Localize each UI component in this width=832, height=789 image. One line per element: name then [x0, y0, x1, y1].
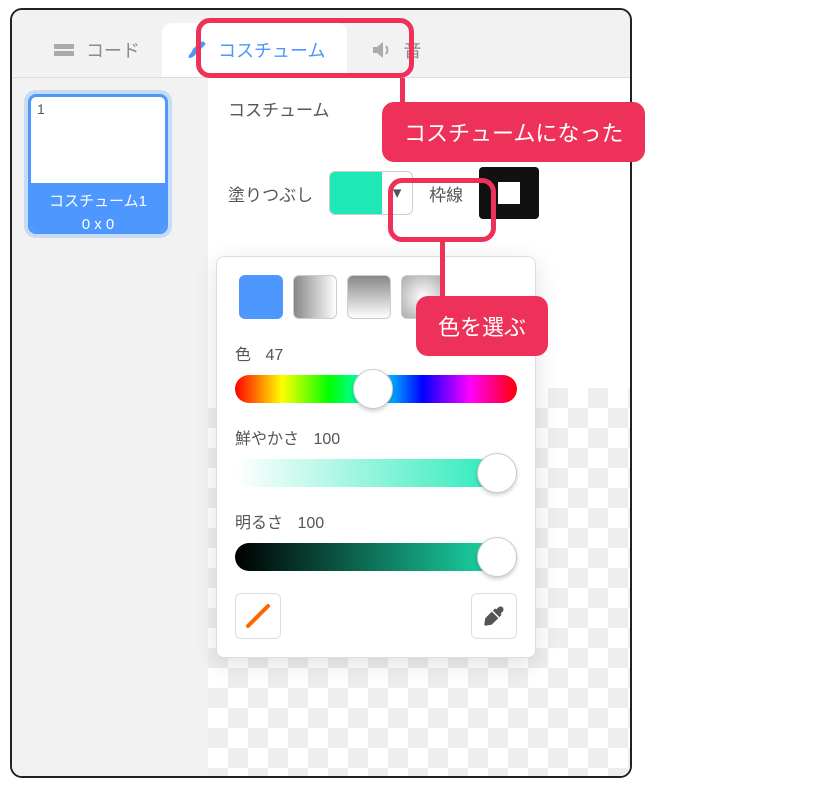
gradient-vertical-button[interactable] [347, 275, 391, 319]
tab-costumes-label: コスチューム [218, 37, 325, 63]
fill-label: 塗りつぶし [228, 181, 313, 206]
swap-icon [244, 602, 272, 630]
saturation-slider[interactable] [235, 459, 517, 487]
tab-code[interactable]: コード [30, 23, 162, 77]
brightness-label: 明るさ [235, 515, 283, 532]
thumb-name: コスチューム1 [35, 191, 161, 214]
callout-became-costume: コスチュームになった [382, 102, 645, 162]
brightness-label-row: 明るさ 100 [235, 509, 517, 533]
connector-2 [440, 242, 445, 300]
brightness-slider-thumb[interactable] [477, 537, 517, 577]
saturation-label-row: 鮮やかさ 100 [235, 425, 517, 449]
outline-color-button[interactable] [479, 167, 539, 219]
tab-sounds-label: 音 [403, 37, 421, 63]
costume-name-label: コスチューム [228, 96, 330, 121]
brush-icon [184, 38, 208, 62]
costume-sidebar: 1 コスチューム1 0 x 0 [12, 78, 208, 776]
hue-label: 色 [235, 347, 251, 364]
brightness-value: 100 [297, 515, 324, 532]
hue-value: 47 [265, 347, 283, 364]
brightness-slider[interactable] [235, 543, 517, 571]
fill-row: 塗りつぶし ▾ 枠線 [228, 167, 610, 219]
gradient-horizontal-button[interactable] [293, 275, 337, 319]
eyedropper-button[interactable] [471, 593, 517, 639]
eyedropper-icon [481, 603, 507, 629]
outline-label: 枠線 [429, 181, 463, 206]
tab-code-label: コード [86, 37, 140, 63]
color-picker-tools [235, 593, 517, 639]
thumb-size: 0 x 0 [35, 214, 161, 235]
code-icon [52, 38, 76, 62]
thumb-label: コスチューム1 0 x 0 [31, 183, 165, 234]
brightness-slider-group: 明るさ 100 [235, 509, 517, 571]
saturation-label: 鮮やかさ [235, 431, 299, 448]
outline-swatch [498, 182, 520, 204]
costume-thumbnail[interactable]: 1 コスチューム1 0 x 0 [28, 94, 168, 234]
hue-slider-thumb[interactable] [353, 369, 393, 409]
tab-sounds[interactable]: 音 [347, 23, 443, 77]
tab-costumes[interactable]: コスチューム [162, 23, 347, 77]
saturation-value: 100 [313, 431, 340, 448]
saturation-slider-group: 鮮やかさ 100 [235, 425, 517, 487]
gradient-solid-button[interactable] [239, 275, 283, 319]
callout-choose-color: 色を選ぶ [416, 296, 548, 356]
hue-slider[interactable] [235, 375, 517, 403]
thumb-preview [31, 121, 165, 183]
fill-color-button[interactable]: ▾ [329, 171, 413, 215]
swap-colors-button[interactable] [235, 593, 281, 639]
thumb-index: 1 [31, 97, 165, 121]
editor-tabs: コード コスチューム 音 [12, 10, 630, 78]
saturation-slider-thumb[interactable] [477, 453, 517, 493]
chevron-down-icon: ▾ [382, 183, 412, 203]
sound-icon [369, 38, 393, 62]
fill-swatch [330, 172, 382, 214]
